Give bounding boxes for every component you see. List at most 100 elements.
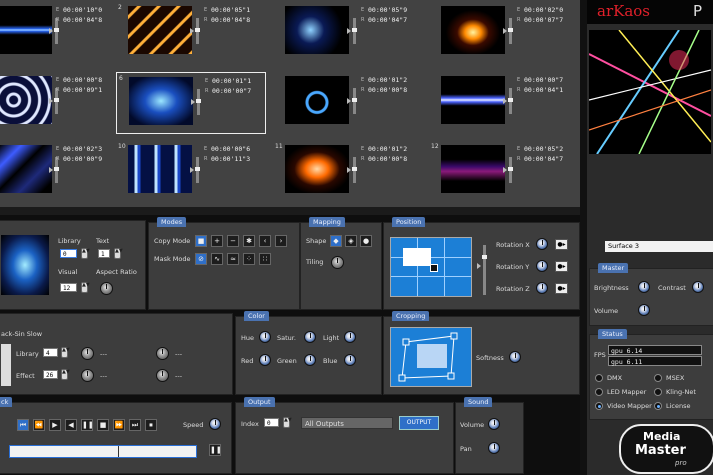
clip-level-slider[interactable] bbox=[195, 18, 200, 44]
effect-param4-knob[interactable] bbox=[156, 369, 169, 382]
clip-thumbnail[interactable] bbox=[129, 77, 193, 125]
clip-thumbnail[interactable] bbox=[128, 6, 192, 54]
red-knob[interactable] bbox=[259, 354, 271, 366]
copy-mode-prev-button[interactable]: ‹ bbox=[259, 235, 271, 247]
dmx-indicator[interactable] bbox=[595, 374, 603, 382]
effect-param1-knob[interactable] bbox=[81, 347, 94, 360]
video-mapper-indicator[interactable] bbox=[595, 402, 603, 410]
kling-net-indicator[interactable] bbox=[654, 388, 662, 396]
tiling-knob[interactable] bbox=[331, 256, 344, 269]
clip-level-arrow[interactable] bbox=[503, 98, 507, 104]
clip-cell[interactable]: E R 00:00'00"8 00:00'09"1 bbox=[0, 72, 120, 134]
light-knob[interactable] bbox=[344, 331, 356, 343]
brightness-knob[interactable] bbox=[638, 281, 650, 293]
cropping-pad[interactable] bbox=[390, 327, 472, 387]
clip-level-arrow[interactable] bbox=[49, 28, 53, 34]
copy-mode-normal-button[interactable]: ■ bbox=[195, 235, 207, 247]
clip-cell[interactable]: E R 00:00'10"0 00:00'04"8 bbox=[0, 2, 120, 64]
clip-thumbnail[interactable] bbox=[285, 145, 349, 193]
hue-knob[interactable] bbox=[259, 331, 271, 343]
play-button[interactable]: ▶ bbox=[49, 419, 61, 431]
green-knob[interactable] bbox=[304, 354, 316, 366]
clip-level-arrow[interactable] bbox=[49, 98, 53, 104]
clip-level-slider[interactable] bbox=[352, 157, 357, 183]
mask-mode-grid-button[interactable]: ⁘ bbox=[243, 253, 255, 265]
reverse-button[interactable]: ◀ bbox=[65, 419, 77, 431]
clip-cell[interactable]: 12 E R 00:00'05"2 00:00'04"7 bbox=[429, 141, 579, 203]
clip-level-slider[interactable] bbox=[352, 88, 357, 114]
library-field[interactable]: 0 bbox=[60, 249, 77, 258]
layer-preview-thumbnail[interactable] bbox=[1, 235, 49, 295]
rotation-y-reset-button[interactable]: ●▸ bbox=[555, 261, 568, 272]
clip-thumbnail[interactable] bbox=[441, 76, 505, 124]
clip-level-arrow[interactable] bbox=[191, 99, 195, 105]
effect-library-stepper[interactable]: ▲▼ bbox=[61, 347, 70, 358]
clip-level-slider[interactable] bbox=[508, 157, 513, 183]
master-volume-knob[interactable] bbox=[638, 304, 650, 316]
license-indicator[interactable] bbox=[654, 402, 662, 410]
surface-select[interactable]: Surface 3 bbox=[605, 241, 713, 252]
effect-effect-field[interactable]: 26 bbox=[43, 370, 58, 379]
mask-mode-wave-button[interactable]: ∿ bbox=[211, 253, 223, 265]
outputs-select[interactable]: All Outputs bbox=[301, 417, 393, 429]
output-button[interactable]: OUTPUT bbox=[399, 416, 439, 430]
softness-knob[interactable] bbox=[509, 351, 521, 363]
led-mapper-indicator[interactable] bbox=[595, 388, 603, 396]
rotation-x-reset-button[interactable]: ●▸ bbox=[555, 239, 568, 250]
position-handle[interactable] bbox=[430, 264, 438, 272]
clip-cell[interactable]: 2 E R 00:00'05"1 00:00'04"8 bbox=[116, 2, 266, 64]
sound-volume-knob[interactable] bbox=[488, 418, 500, 430]
copy-mode-add-button[interactable]: + bbox=[211, 235, 223, 247]
effect-param2-knob[interactable] bbox=[81, 369, 94, 382]
clip-thumbnail[interactable] bbox=[441, 6, 505, 54]
position-slider-arrow[interactable] bbox=[477, 263, 481, 269]
copy-mode-subtract-button[interactable]: − bbox=[227, 235, 239, 247]
index-stepper[interactable]: ▲▼ bbox=[283, 417, 292, 428]
forward-button[interactable]: ⏩ bbox=[113, 419, 125, 431]
blue-knob[interactable] bbox=[344, 354, 356, 366]
effect-param3-knob[interactable] bbox=[156, 347, 169, 360]
clip-thumbnail[interactable] bbox=[285, 76, 349, 124]
clip-thumbnail[interactable] bbox=[0, 6, 52, 54]
clip-cell[interactable]: 11 E R 00:00'01"2 00:00'00"8 bbox=[273, 141, 423, 203]
contrast-knob[interactable] bbox=[692, 281, 704, 293]
clip-level-arrow[interactable] bbox=[347, 167, 351, 173]
text-stepper[interactable]: ▲▼ bbox=[114, 248, 123, 259]
loop-button[interactable]: ⏹ bbox=[145, 419, 157, 431]
rotation-z-reset-button[interactable]: ●▸ bbox=[555, 283, 568, 294]
msex-indicator[interactable] bbox=[654, 374, 662, 382]
copy-mode-next-button[interactable]: › bbox=[275, 235, 287, 247]
clip-thumbnail[interactable] bbox=[441, 145, 505, 193]
rewind-button[interactable]: ⏪ bbox=[33, 419, 45, 431]
clip-cell[interactable]: 10 E R 00:00'00"6 00:00'11"3 bbox=[116, 141, 266, 203]
timeline-bar[interactable] bbox=[9, 445, 197, 458]
clip-cell[interactable]: E R 00:00'02"3 00:00'00"9 bbox=[0, 141, 120, 203]
clip-level-arrow[interactable] bbox=[347, 28, 351, 34]
clip-cell[interactable]: E R 00:00'01"2 00:00'00"8 bbox=[273, 72, 423, 134]
clip-level-arrow[interactable] bbox=[503, 167, 507, 173]
clip-level-arrow[interactable] bbox=[347, 98, 351, 104]
skip-back-button[interactable]: ⏮ bbox=[17, 419, 29, 431]
position-rect[interactable] bbox=[403, 248, 431, 266]
clip-level-slider[interactable] bbox=[196, 89, 201, 115]
clip-thumbnail[interactable] bbox=[285, 6, 349, 54]
clip-level-slider[interactable] bbox=[508, 88, 513, 114]
rotation-z-knob[interactable] bbox=[536, 282, 548, 294]
visual-field[interactable]: 12 bbox=[60, 283, 77, 292]
speed-knob[interactable] bbox=[209, 418, 221, 430]
clip-level-arrow[interactable] bbox=[503, 28, 507, 34]
saturation-knob[interactable] bbox=[304, 331, 316, 343]
effect-library-field[interactable]: 4 bbox=[43, 348, 58, 357]
stop-button[interactable]: ■ bbox=[97, 419, 109, 431]
mask-mode-wave2-button[interactable]: ≈ bbox=[227, 253, 239, 265]
clip-thumbnail[interactable] bbox=[0, 145, 52, 193]
clip-level-slider[interactable] bbox=[195, 157, 200, 183]
clip-cell[interactable]: E R 00:00'05"9 00:00'04"7 bbox=[273, 2, 423, 64]
clip-cell[interactable]: 6 E R 00:00'01"1 00:00'00"7 bbox=[116, 72, 266, 134]
effect-thumbnail[interactable] bbox=[1, 344, 11, 386]
aspect-ratio-knob[interactable] bbox=[100, 282, 113, 295]
skip-forward-button[interactable]: ⏭ bbox=[129, 419, 141, 431]
shape-cube-button[interactable]: ◈ bbox=[345, 235, 357, 247]
position-z-slider[interactable] bbox=[482, 245, 487, 295]
text-field[interactable]: 1 bbox=[98, 249, 110, 258]
